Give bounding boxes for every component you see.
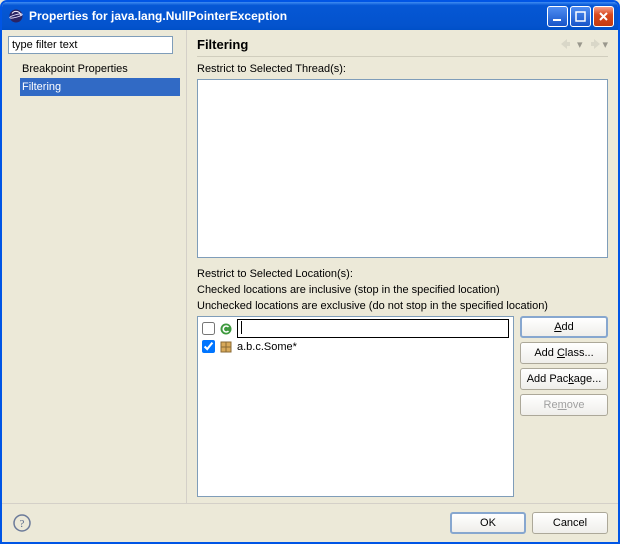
locations-listbox[interactable]: a.b.c.Some* xyxy=(197,316,514,498)
locations-button-column: Add Add Class... Add Package... Remove xyxy=(520,316,608,498)
tree-item-breakpoint-properties[interactable]: Breakpoint Properties xyxy=(20,60,180,78)
category-tree: Breakpoint Properties Filtering xyxy=(8,60,180,96)
add-package-button[interactable]: Add Package... xyxy=(520,368,608,390)
window-title: Properties for java.lang.NullPointerExce… xyxy=(29,9,545,23)
package-icon xyxy=(219,340,233,354)
tree-item-filtering[interactable]: Filtering xyxy=(20,78,180,96)
eclipse-icon xyxy=(8,8,24,24)
exclusive-note: Unchecked locations are exclusive (do no… xyxy=(197,300,608,312)
location-checkbox[interactable] xyxy=(202,340,215,353)
forward-icon[interactable] xyxy=(584,36,602,52)
filter-input[interactable] xyxy=(8,36,173,54)
main-panel: Filtering ▾ ▾ Restrict to Selected Threa… xyxy=(187,30,618,503)
add-class-button[interactable]: Add Class... xyxy=(520,342,608,364)
threads-label: Restrict to Selected Thread(s): xyxy=(197,63,608,75)
page-title: Filtering xyxy=(197,37,557,52)
maximize-button[interactable] xyxy=(570,6,591,27)
new-class-icon xyxy=(219,322,233,336)
ok-button[interactable]: OK xyxy=(450,512,526,534)
location-row[interactable]: a.b.c.Some* xyxy=(202,338,509,356)
minimize-button[interactable] xyxy=(547,6,568,27)
threads-listbox[interactable] xyxy=(197,79,608,258)
divider xyxy=(197,56,608,57)
remove-button: Remove xyxy=(520,394,608,416)
titlebar[interactable]: Properties for java.lang.NullPointerExce… xyxy=(2,2,618,30)
location-checkbox[interactable] xyxy=(202,322,215,335)
location-text: a.b.c.Some* xyxy=(237,341,297,353)
close-button[interactable] xyxy=(593,6,614,27)
inclusive-note: Checked locations are inclusive (stop in… xyxy=(197,284,608,296)
svg-text:?: ? xyxy=(20,518,25,530)
location-editor[interactable] xyxy=(237,319,509,338)
properties-dialog: Properties for java.lang.NullPointerExce… xyxy=(0,0,620,544)
button-bar: ? OK Cancel xyxy=(2,503,618,542)
location-row[interactable] xyxy=(202,320,509,338)
cancel-button[interactable]: Cancel xyxy=(532,512,608,534)
add-button[interactable]: Add xyxy=(520,316,608,338)
locations-label: Restrict to Selected Location(s): xyxy=(197,268,608,280)
help-icon[interactable]: ? xyxy=(12,513,32,533)
back-icon[interactable] xyxy=(559,36,577,52)
sidebar: Breakpoint Properties Filtering xyxy=(2,30,187,503)
